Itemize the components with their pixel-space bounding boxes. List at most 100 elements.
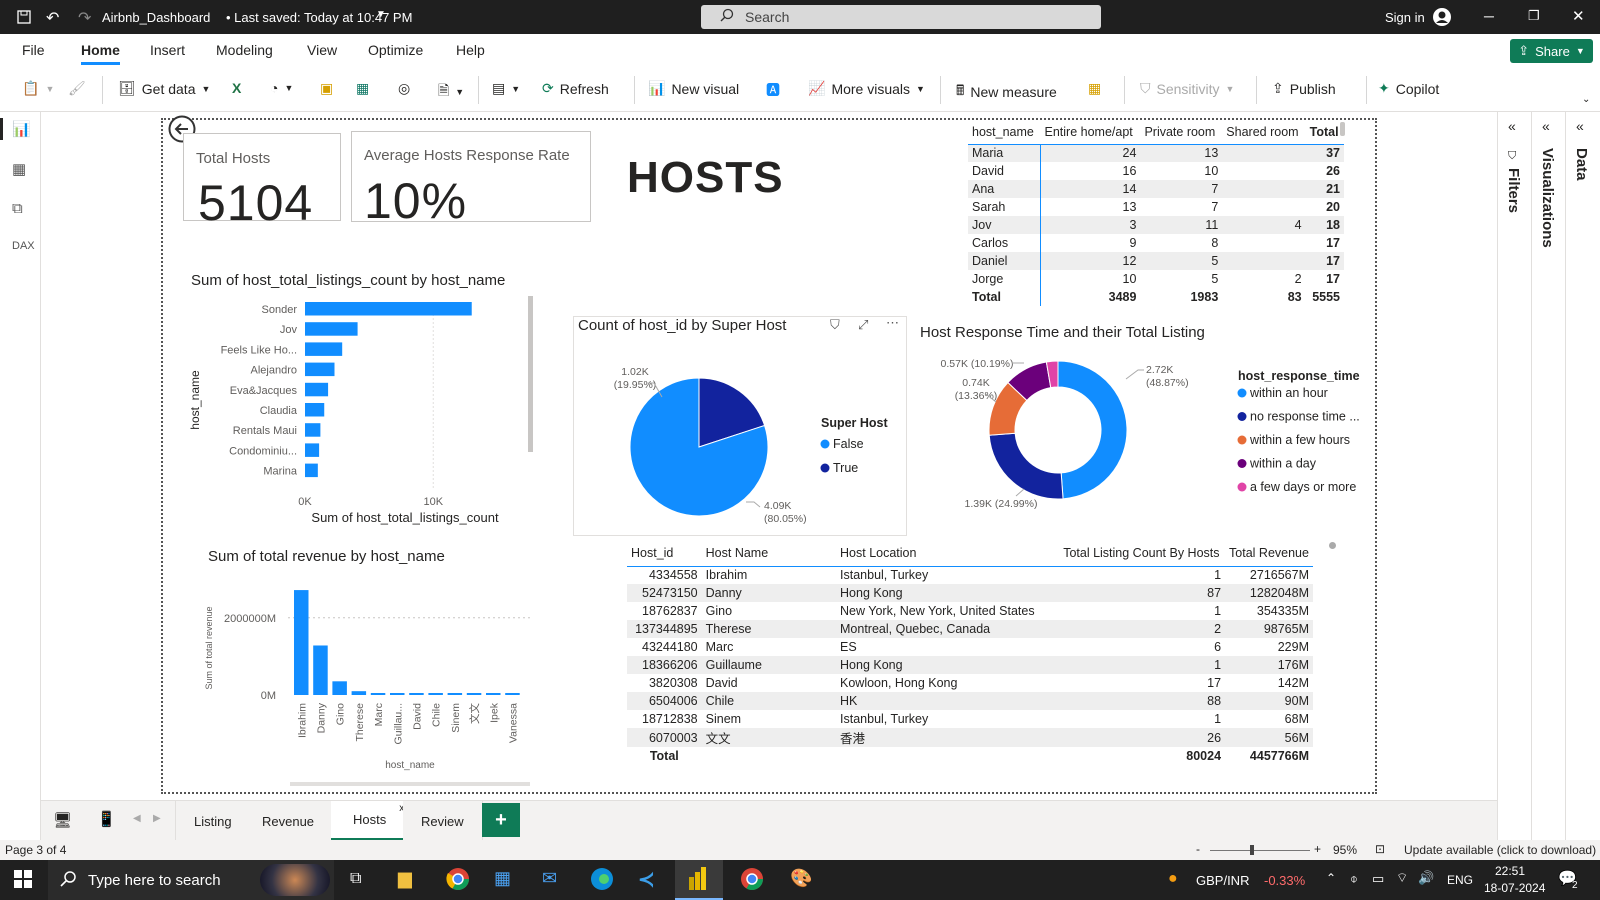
menu-help[interactable]: Help bbox=[456, 42, 485, 58]
chrome-icon[interactable] bbox=[446, 867, 470, 894]
scrollbar[interactable] bbox=[1340, 122, 1345, 136]
clock-date[interactable]: 18-07-2024 bbox=[1484, 881, 1545, 895]
focus-mode-icon[interactable]: ⤢ bbox=[858, 317, 868, 333]
table-view-icon[interactable]: ▦ bbox=[12, 160, 26, 178]
table-row[interactable]: 6070003 文文 香港 26 56M bbox=[627, 728, 1313, 747]
collapse-icon[interactable]: « bbox=[1542, 118, 1550, 134]
table-row[interactable]: 18712838 Sinem Istanbul, Turkey 1 68M bbox=[627, 710, 1313, 728]
dataflow-icon[interactable]: ◎ bbox=[398, 80, 410, 97]
tab-revenue[interactable]: Revenue bbox=[244, 801, 334, 841]
matrix-row[interactable]: Jorge 10 5 2 17 bbox=[968, 270, 1344, 288]
response-time-donut-chart[interactable]: Host Response Time and their Total Listi… bbox=[916, 324, 1366, 534]
chevron-down-icon[interactable]: ▼ bbox=[376, 9, 386, 20]
matrix-row[interactable]: Sarah 13 7 20 bbox=[968, 198, 1344, 216]
tab-next-icon[interactable]: ▶ bbox=[153, 813, 161, 824]
language-indicator[interactable]: ENG bbox=[1447, 873, 1473, 887]
minimize-icon[interactable]: ─ bbox=[1484, 8, 1494, 24]
zoom-slider-handle[interactable] bbox=[1250, 845, 1254, 855]
model-view-icon[interactable]: ⧉ bbox=[12, 200, 23, 217]
vscode-icon[interactable]: ≺ bbox=[638, 867, 655, 892]
excel-icon[interactable]: X bbox=[232, 80, 241, 96]
matrix-row[interactable]: David 16 10 26 bbox=[968, 162, 1344, 180]
close-icon[interactable]: ✕ bbox=[1572, 7, 1585, 25]
wifi-icon[interactable]: ⌔ bbox=[1396, 870, 1408, 886]
account-icon[interactable] bbox=[1432, 7, 1452, 30]
redo-icon[interactable]: ↷ bbox=[78, 8, 91, 28]
share-button[interactable]: ⇪ Share ▼ bbox=[1510, 39, 1593, 63]
refresh-button[interactable]: ⟳ Refresh bbox=[542, 80, 609, 97]
data-pane[interactable]: « Data bbox=[1565, 112, 1600, 840]
matrix-row[interactable]: Daniel 12 5 17 bbox=[968, 252, 1344, 270]
tab-listing[interactable]: Listing bbox=[175, 801, 251, 841]
file-title[interactable]: Airbnb_Dashboard bbox=[102, 10, 210, 25]
windows-start-icon[interactable] bbox=[14, 870, 32, 891]
copilot-button[interactable]: ✦ Copilot bbox=[1378, 80, 1439, 97]
host-room-matrix[interactable]: host_name Entire home/apt Private room Shar… bbox=[968, 120, 1348, 306]
fit-page-icon[interactable]: ⊡ bbox=[1375, 842, 1385, 856]
currency-pair[interactable]: GBP/INR bbox=[1196, 873, 1249, 888]
paste-button[interactable]: 📋 ▼ bbox=[22, 80, 54, 97]
filters-pane[interactable]: « ⛉ Filters bbox=[1497, 112, 1531, 840]
text-box-icon[interactable]: 🅰 bbox=[766, 80, 780, 100]
format-painter-button[interactable]: 🖌 bbox=[68, 80, 86, 97]
visualizations-pane[interactable]: « Visualizations bbox=[1531, 112, 1565, 840]
superhost-pie-chart[interactable]: Count of host_id by Super Host ⛉ ⤢ ⋯ 1.0… bbox=[573, 315, 907, 536]
more-options-icon[interactable]: ⋯ bbox=[886, 315, 899, 331]
chrome-profile-icon[interactable] bbox=[740, 867, 764, 894]
table-row[interactable]: 18762837 Gino New York, New York, United S… bbox=[627, 602, 1313, 620]
mobile-layout-icon[interactable]: 📱 bbox=[97, 810, 116, 828]
edge-icon[interactable] bbox=[590, 867, 614, 894]
tab-review[interactable]: Review bbox=[403, 801, 483, 841]
collapse-icon[interactable]: « bbox=[1508, 118, 1516, 134]
save-icon[interactable] bbox=[16, 9, 32, 28]
scrollbar[interactable] bbox=[1329, 542, 1336, 549]
powerbi-taskbar-button[interactable] bbox=[675, 860, 723, 900]
volume-icon[interactable]: 🔊 bbox=[1418, 870, 1434, 886]
sign-in-link[interactable]: Sign in bbox=[1385, 10, 1425, 25]
table-row[interactable]: 52473150 Danny Hong Kong 87 1282048M bbox=[627, 584, 1313, 602]
meet-icon[interactable]: ⌽ bbox=[1350, 871, 1358, 887]
dax-query-icon[interactable]: DAX bbox=[12, 240, 35, 252]
update-link[interactable]: Update available (click to download) bbox=[1404, 843, 1596, 857]
table-row[interactable]: 43244180 Marc ES 6 229M bbox=[627, 638, 1313, 656]
response-rate-card[interactable]: Average Hosts Response Rate 10% bbox=[351, 131, 591, 229]
file-explorer-icon[interactable]: ▆ bbox=[398, 868, 412, 889]
table-row[interactable]: 18366206 Guillaume Hong Kong 1 176M bbox=[627, 656, 1313, 674]
matrix-row[interactable]: Maria 24 13 37 bbox=[968, 144, 1344, 162]
collapse-icon[interactable]: « bbox=[1576, 118, 1584, 134]
sensitivity-button[interactable]: ⛉ Sensitivity ▼ bbox=[1140, 80, 1234, 97]
tab-hosts[interactable]: Hosts x bbox=[331, 801, 410, 841]
table-row[interactable]: 6504006 Chile HK 88 90M bbox=[627, 692, 1313, 710]
undo-icon[interactable]: ↶ bbox=[46, 8, 59, 28]
menu-view[interactable]: View bbox=[307, 42, 337, 58]
desktop-layout-icon[interactable]: 🖥 bbox=[53, 811, 72, 829]
dataverse-icon[interactable]: ◔ ▼ bbox=[270, 80, 293, 96]
more-visuals-button[interactable]: 📈 More visuals ▼ bbox=[808, 80, 925, 97]
publish-button[interactable]: ⇪ Publish bbox=[1272, 80, 1336, 97]
tab-prev-icon[interactable]: ◀ bbox=[133, 813, 141, 824]
new-measure-button[interactable]: 🖩 New measure bbox=[956, 80, 1057, 104]
paint-icon[interactable]: 🎨 bbox=[790, 868, 812, 889]
menu-file[interactable]: File bbox=[22, 42, 45, 58]
get-data-button[interactable]: 🗄 Get data ▼ bbox=[118, 80, 210, 97]
new-visual-button[interactable]: 📊 New visual bbox=[648, 80, 739, 97]
quick-measure-icon[interactable]: ▦ bbox=[1088, 80, 1101, 97]
transform-data-icon[interactable]: ▤ ▼ bbox=[492, 80, 520, 97]
matrix-row[interactable]: Ana 14 7 21 bbox=[968, 180, 1344, 198]
table-row[interactable]: 4334558 Ibrahim Istanbul, Turkey 1 2716567M bbox=[627, 566, 1313, 584]
battery-icon[interactable]: ▭ bbox=[1372, 871, 1384, 887]
recent-sources-icon[interactable]: 🗎 ▼ bbox=[438, 80, 464, 104]
report-view-icon[interactable]: 📊 bbox=[12, 120, 31, 138]
menu-modeling[interactable]: Modeling bbox=[216, 42, 273, 58]
sql-icon[interactable]: ▣ bbox=[320, 80, 333, 97]
matrix-row[interactable]: Carlos 9 8 17 bbox=[968, 234, 1344, 252]
mail-icon[interactable]: ✉ bbox=[542, 868, 557, 889]
host-revenue-table[interactable]: Host_id Host Name Host Location Total Listi… bbox=[627, 540, 1336, 780]
store-icon[interactable]: ▦ bbox=[494, 868, 511, 889]
zoom-slider[interactable] bbox=[1210, 850, 1310, 851]
taskbar-search[interactable]: Type here to search bbox=[48, 860, 334, 900]
matrix-row[interactable]: Jov 3 11 4 18 bbox=[968, 216, 1344, 234]
table-row[interactable]: 3820308 David Kowloon, Hong Kong 17 142M bbox=[627, 674, 1313, 692]
task-view-icon[interactable]: ⧉ bbox=[350, 870, 361, 888]
revenue-bar-chart[interactable]: Sum of total revenue by host_name 200000… bbox=[200, 548, 540, 788]
